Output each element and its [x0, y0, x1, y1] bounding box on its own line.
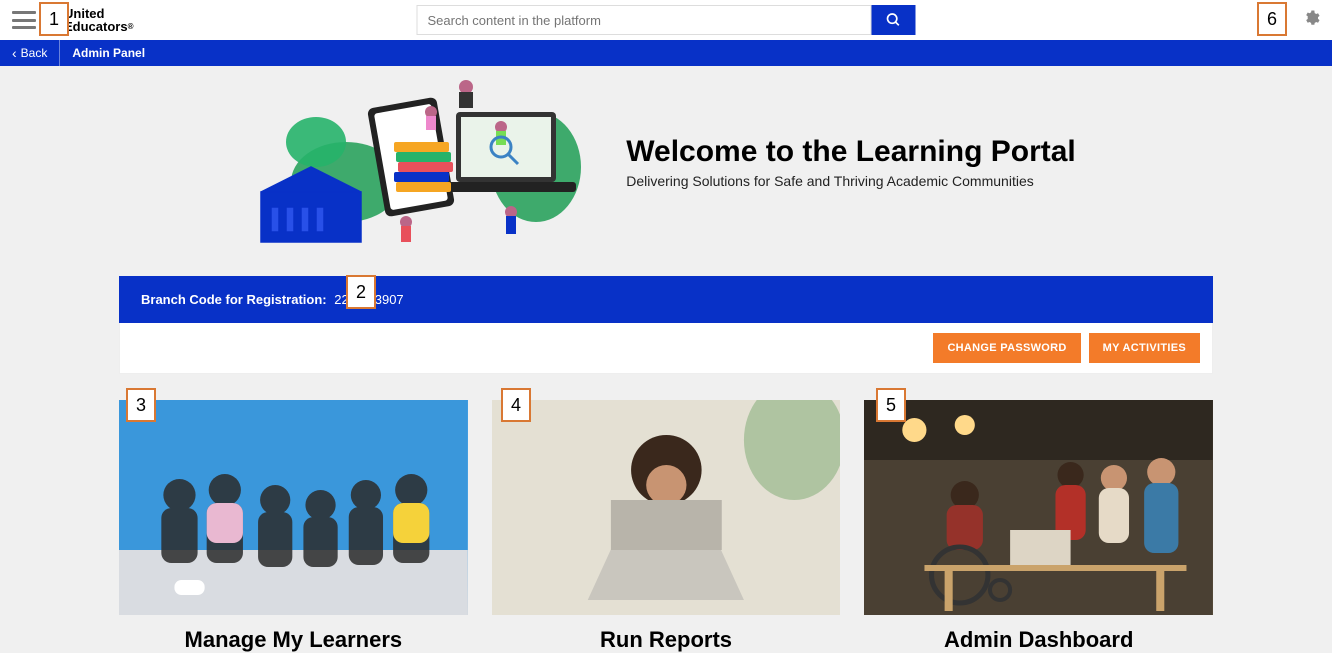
card-image-learners: [119, 400, 468, 615]
card-admin-dashboard[interactable]: Admin Dashboard: [864, 400, 1213, 653]
card-row: Manage My Learners Run Reports: [119, 400, 1213, 653]
annotation-1: 1: [39, 2, 69, 36]
branch-label: Branch Code for Registration:: [141, 292, 327, 307]
page-title: Welcome to the Learning Portal: [626, 135, 1076, 169]
hero-text: Welcome to the Learning Portal Deliverin…: [626, 135, 1076, 189]
card-image-reports: [492, 400, 841, 615]
card-title: Run Reports: [492, 627, 841, 653]
top-bar: United Educators: [0, 0, 1332, 40]
card-title: Admin Dashboard: [864, 627, 1213, 653]
settings-button[interactable]: [1302, 9, 1320, 32]
page-subtitle: Delivering Solutions for Safe and Thrivi…: [626, 173, 1076, 189]
menu-icon[interactable]: [12, 11, 36, 29]
annotation-6: 6: [1257, 2, 1287, 36]
my-activities-button[interactable]: MY ACTIVITIES: [1089, 333, 1200, 363]
gear-icon: [1302, 9, 1320, 27]
hero-illustration: [256, 72, 586, 252]
illustration-svg: [256, 72, 586, 252]
card-image-dashboard: [864, 400, 1213, 615]
search-icon: [886, 12, 902, 28]
change-password-button[interactable]: CHANGE PASSWORD: [933, 333, 1080, 363]
branch-code-bar: Branch Code for Registration: 2278-93907: [119, 276, 1213, 323]
breadcrumb-bar: ‹ Back Admin Panel: [0, 40, 1332, 66]
annotation-2: 2: [346, 275, 376, 309]
back-button[interactable]: ‹ Back: [0, 40, 60, 66]
search-button[interactable]: [872, 5, 916, 35]
main-content: Welcome to the Learning Portal Deliverin…: [0, 66, 1332, 653]
card-manage-learners[interactable]: Manage My Learners: [119, 400, 468, 653]
annotation-5: 5: [876, 388, 906, 422]
back-label: Back: [21, 46, 48, 60]
logo-text-2: Educators: [64, 20, 133, 33]
annotation-4: 4: [501, 388, 531, 422]
annotation-3: 3: [126, 388, 156, 422]
card-run-reports[interactable]: Run Reports: [492, 400, 841, 653]
search-wrap: [417, 5, 916, 35]
chevron-left-icon: ‹: [12, 46, 17, 60]
actions-bar: CHANGE PASSWORD MY ACTIVITIES: [119, 323, 1213, 374]
admin-panel-link[interactable]: Admin Panel: [60, 46, 157, 60]
hero: Welcome to the Learning Portal Deliverin…: [0, 66, 1332, 266]
search-input[interactable]: [417, 5, 872, 35]
card-title: Manage My Learners: [119, 627, 468, 653]
